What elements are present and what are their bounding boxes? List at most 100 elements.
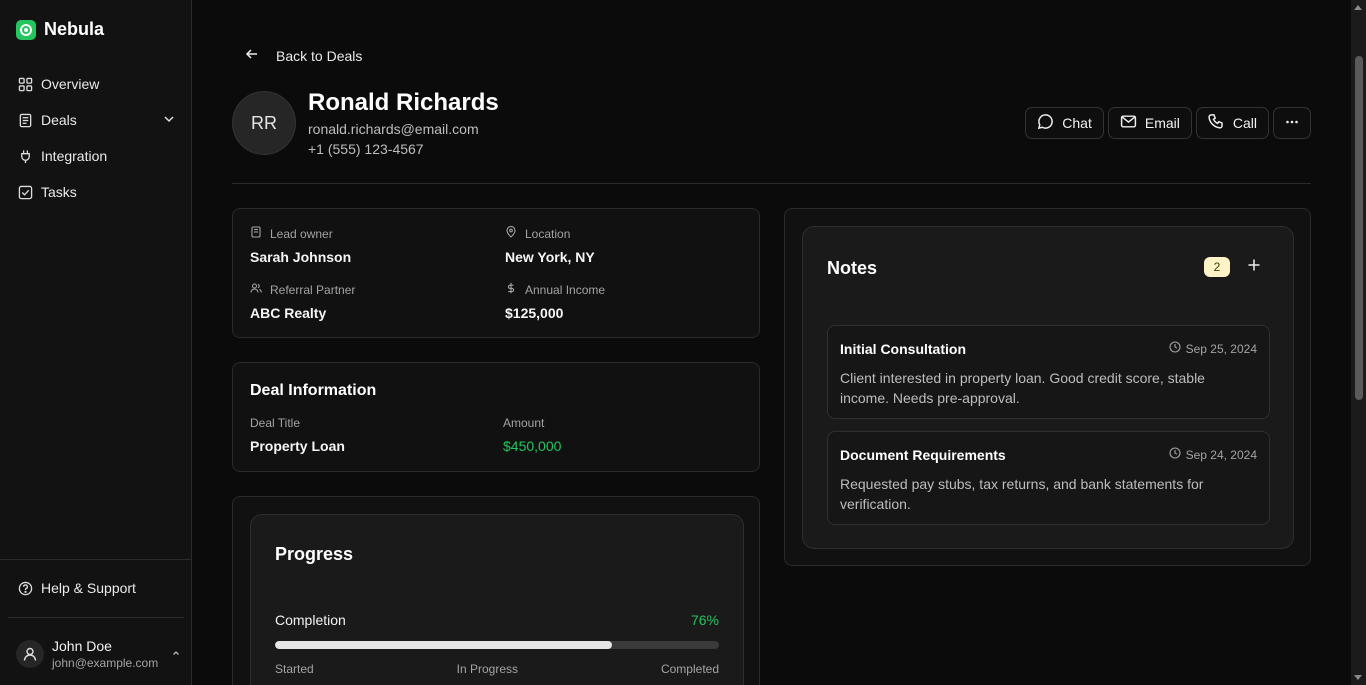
note-date-text: Sep 24, 2024	[1185, 447, 1257, 462]
contact-phone: +1 (555) 123-4567	[308, 141, 424, 157]
more-options-button[interactable]	[1273, 107, 1311, 139]
help-circle-icon	[17, 580, 33, 596]
building-icon	[250, 226, 262, 241]
phone-icon	[1208, 113, 1225, 133]
user-email: john@example.com	[52, 656, 159, 670]
grid-icon	[17, 76, 33, 92]
progress-bar	[275, 641, 719, 649]
checkbox-icon	[17, 184, 33, 200]
amount-label: Amount	[503, 416, 545, 430]
user-divider	[8, 617, 184, 618]
scrollbar-thumb[interactable]	[1355, 56, 1363, 400]
message-circle-icon	[1037, 113, 1054, 133]
contact-name: Ronald Richards	[308, 89, 499, 116]
stage-in-progress: In Progress	[456, 662, 519, 676]
note-date: Sep 24, 2024	[1169, 447, 1257, 462]
chevron-up-icon[interactable]	[172, 649, 180, 660]
contact-email: ronald.richards@email.com	[308, 121, 479, 137]
user-info: John Doe john@example.com	[52, 638, 158, 670]
brand[interactable]: Nebula	[16, 19, 104, 40]
help-support-section: Help & Support	[8, 570, 184, 606]
referral-partner-value: ABC Realty	[250, 305, 327, 321]
notes-count-badge: 2	[1204, 257, 1230, 277]
user-icon	[16, 640, 44, 668]
referral-partner-field: Referral Partner ABC Realty	[250, 282, 356, 322]
note-title: Initial Consultation	[840, 341, 966, 357]
map-pin-icon	[505, 225, 517, 241]
stage-started: Started	[275, 662, 314, 676]
note-item[interactable]: Initial Consultation Sep 25, 2024 Client…	[827, 325, 1270, 419]
plug-icon	[17, 148, 33, 164]
amount-value: $450,000	[503, 438, 562, 454]
sidebar-item-label: Integration	[41, 148, 108, 164]
annual-income-label: Annual Income	[525, 282, 606, 297]
arrow-left-icon	[244, 46, 260, 65]
completion-label: Completion	[275, 612, 346, 628]
call-button-label: Call	[1232, 115, 1257, 131]
mail-icon	[1120, 113, 1137, 133]
contact-avatar: RR	[232, 91, 296, 155]
email-button-label: Email	[1144, 115, 1180, 131]
contact-actions: Chat Email Call	[1025, 107, 1311, 139]
progress-title: Progress	[275, 544, 354, 564]
help-support-label: Help & Support	[41, 580, 136, 596]
lead-owner-label: Lead owner	[270, 226, 333, 241]
progress-bar-fill	[275, 641, 613, 649]
clipboard-icon	[17, 112, 33, 128]
stage-completed: Completed	[660, 662, 719, 676]
sidebar-item-tasks[interactable]: Tasks	[8, 174, 184, 210]
progress-stages: Started In Progress Completed	[275, 662, 719, 676]
note-date: Sep 25, 2024	[1169, 341, 1257, 356]
deal-title-label: Deal Title	[250, 416, 301, 430]
user-menu[interactable]: John Doe john@example.com	[16, 637, 180, 671]
note-body: Client interested in property loan. Good…	[840, 370, 1205, 406]
annual-income-field: Annual Income $125,000	[505, 282, 606, 322]
lead-owner-value: Sarah Johnson	[250, 249, 352, 265]
amount-field: Amount $450,000	[503, 416, 561, 454]
more-horizontal-icon	[1284, 114, 1300, 133]
add-note-button[interactable]	[1245, 258, 1263, 276]
sidebar-item-label: Deals	[41, 112, 77, 128]
clock-icon	[1169, 341, 1181, 356]
notes-title: Notes	[827, 258, 878, 278]
chevron-down-icon[interactable]	[163, 112, 175, 128]
email-button[interactable]: Email	[1107, 107, 1192, 139]
lead-info-card: Lead owner Sarah Johnson Location New Yo…	[232, 208, 760, 338]
progress-panel: Progress Completion 76% Started In Progr…	[250, 514, 744, 685]
help-support-link[interactable]: Help & Support	[8, 570, 184, 606]
sidebar-item-deals[interactable]: Deals	[8, 102, 184, 138]
scroll-up-arrow-icon[interactable]	[1354, 5, 1362, 10]
progress-card: Progress Completion 76% Started In Progr…	[232, 496, 760, 685]
back-to-deals-link[interactable]: Back to Deals	[244, 46, 362, 65]
deal-information-card: Deal Information Deal Title Property Loa…	[232, 362, 760, 472]
app-root: Nebula Overview Deals Integration Tasks …	[0, 0, 1366, 685]
referral-partner-label: Referral Partner	[270, 282, 356, 297]
deal-title-field: Deal Title Property Loan	[250, 416, 345, 454]
completion-percent: 76%	[690, 612, 719, 628]
chat-button[interactable]: Chat	[1025, 107, 1104, 139]
back-label: Back to Deals	[276, 47, 363, 64]
notes-panel: Notes 2 Initial Consultation Sep 25, 202…	[802, 226, 1294, 549]
note-item[interactable]: Document Requirements Sep 24, 2024 Reque…	[827, 431, 1270, 525]
call-button[interactable]: Call	[1195, 107, 1269, 139]
page-scrollbar[interactable]	[1351, 0, 1366, 685]
scroll-down-arrow-icon[interactable]	[1354, 675, 1362, 680]
note-title: Document Requirements	[840, 447, 1006, 463]
location-value: New York, NY	[505, 249, 595, 265]
users-icon	[250, 282, 262, 297]
sidebar-item-label: Tasks	[41, 184, 77, 200]
sidebar-item-integration[interactable]: Integration	[8, 138, 184, 174]
deal-title-value: Property Loan	[250, 438, 345, 454]
note-body: Requested pay stubs, tax returns, and ba…	[840, 476, 1204, 512]
location-field: Location New York, NY	[505, 225, 595, 265]
plus-icon	[1247, 258, 1261, 277]
sidebar-nav: Overview Deals Integration Tasks	[8, 66, 184, 210]
user-name: John Doe	[52, 638, 112, 654]
deal-information-title: Deal Information	[250, 382, 377, 399]
lead-owner-field: Lead owner Sarah Johnson	[250, 226, 351, 265]
annual-income-value: $125,000	[505, 305, 564, 321]
sidebar: Nebula Overview Deals Integration Tasks …	[0, 0, 192, 685]
dollar-icon	[505, 282, 517, 297]
sidebar-divider	[0, 559, 191, 560]
sidebar-item-overview[interactable]: Overview	[8, 66, 184, 102]
